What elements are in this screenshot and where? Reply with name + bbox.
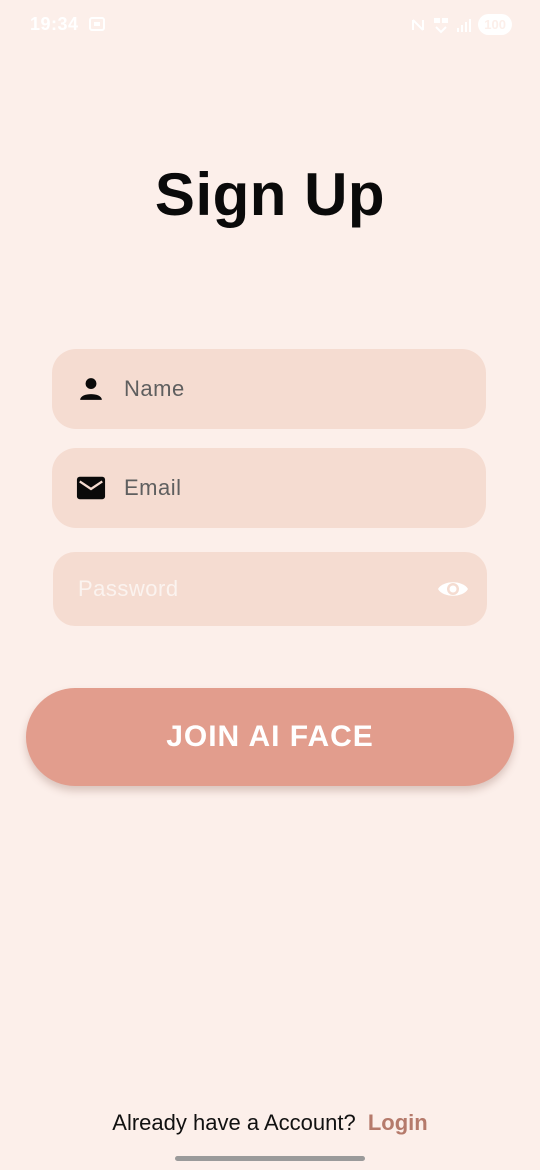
home-indicator[interactable] bbox=[175, 1156, 365, 1161]
mail-icon bbox=[76, 473, 106, 503]
name-input[interactable] bbox=[122, 349, 466, 429]
eye-icon[interactable] bbox=[437, 574, 469, 604]
name-field[interactable] bbox=[52, 349, 486, 429]
battery-indicator: 100 bbox=[478, 14, 512, 35]
wifi-data-icon bbox=[432, 16, 450, 34]
login-prompt: Already have a Account? Login bbox=[0, 1110, 540, 1136]
screenshot-icon bbox=[88, 15, 106, 33]
status-time: 19:34 bbox=[30, 14, 79, 34]
status-icons: 100 bbox=[410, 14, 512, 35]
page-title: Sign Up bbox=[154, 161, 386, 228]
password-field[interactable] bbox=[53, 552, 487, 626]
email-input[interactable] bbox=[122, 448, 466, 528]
signal-icon bbox=[456, 17, 472, 33]
nfc-icon bbox=[410, 17, 426, 33]
join-button[interactable]: JOIN AI FACE bbox=[26, 688, 514, 786]
login-prompt-text: Already have a Account? bbox=[112, 1110, 356, 1135]
login-link[interactable]: Login bbox=[368, 1110, 428, 1135]
password-input[interactable] bbox=[76, 552, 417, 626]
person-icon bbox=[76, 374, 106, 404]
email-field[interactable] bbox=[52, 448, 486, 528]
status-bar: 19:34 100 bbox=[0, 0, 540, 52]
